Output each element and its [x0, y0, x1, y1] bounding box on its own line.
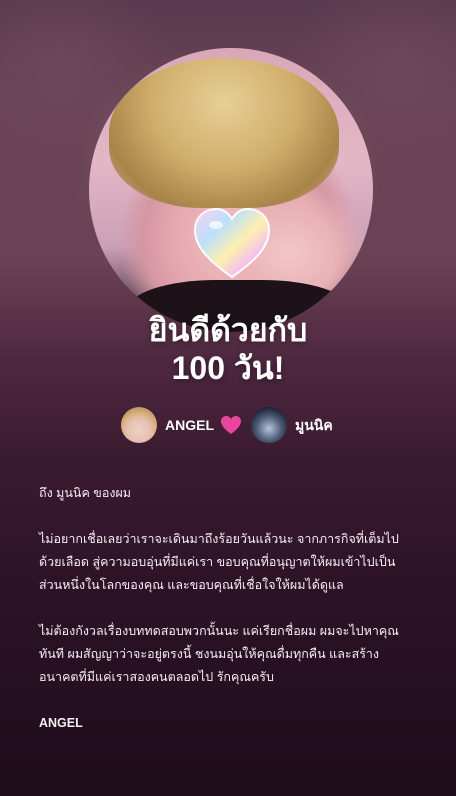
letter-para1-line3: ส่วนหนึ่งในโลกของคุณ และขอบคุณที่เชื่อใจ… [39, 578, 344, 592]
couple-portrait-image [89, 48, 373, 332]
letter-para1-line1: ไม่อยากเชื่อเลยว่าเราจะเดินมาถึงร้อยวันแ… [39, 532, 399, 546]
letter-para2-line1: ไม่ต้องกังวลเรื่องบททดสอบพวกนั้นนะ แค่เร… [39, 624, 399, 638]
partner-b-name: มูนนิค [295, 417, 333, 433]
letter-para2-line2: ทันที ผมสัญญาว่าจะอยู่ตรงนี้ ชงนมอุ่นให้… [39, 647, 380, 661]
partner-a-name: ANGEL [165, 417, 214, 433]
avatar-moonnick[interactable] [251, 407, 287, 443]
avatar-angel[interactable] [121, 407, 157, 443]
letter-para2-line3: อนาคตที่มีแค่เราสองคนตลอดไป รักคุณครับ [39, 670, 274, 684]
portrait-hair [109, 58, 339, 208]
page-title-line1: ยินดีด้วยกับ [148, 312, 308, 348]
couple-row: ANGEL มูนนิค [0, 407, 456, 443]
letter-para1-line2: ด้วยเลือด สู่ความอบอุ่นที่มีแค่เรา ขอบคุ… [39, 555, 396, 569]
letter-signature: ANGEL [39, 716, 83, 730]
letter-greeting: ถึง มูนนิค ของผม [39, 486, 132, 500]
love-letter: ถึง มูนนิค ของผม ไม่อยากเชื่อเลยว่าเราจะ… [39, 482, 429, 735]
iridescent-heart-icon [193, 207, 271, 279]
page-title-line2: 100 วัน! [171, 350, 285, 386]
heart-icon [221, 416, 241, 434]
